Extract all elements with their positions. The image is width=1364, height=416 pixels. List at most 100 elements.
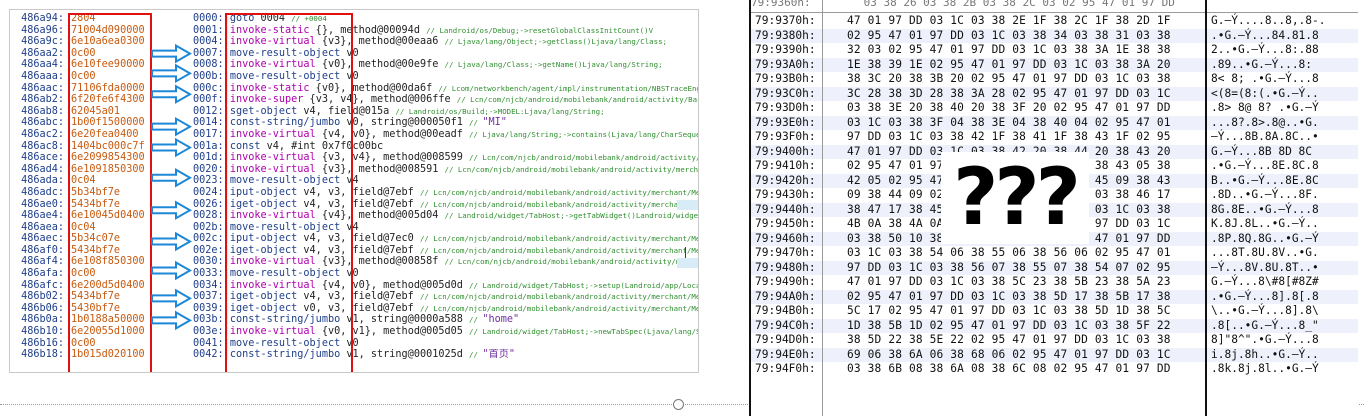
code-comment: // Lcn/com/njcb/android/mobilebank/andro…	[419, 234, 698, 244]
ascii-preview: G.—Ý....8..8,.8-.	[1211, 14, 1326, 27]
instruction-index: 0001:	[193, 24, 224, 36]
code-line[interactable]: 0026:|iget-object v4, v3, field@7ebf // …	[193, 199, 698, 211]
code-line[interactable]: 0033:|move-result-object v0	[193, 268, 698, 280]
code-line[interactable]: 000b:|move-result-object v0	[193, 71, 698, 83]
code-comment: // Lcn/com/njcb/android/mobilebank/andro…	[456, 95, 698, 105]
code-line[interactable]: 0023:|move-result-object v4	[193, 175, 698, 187]
code-comment: //	[469, 315, 483, 325]
hex-offset: 79:9430h:	[755, 188, 816, 201]
address-cell: 486b0a:	[21, 314, 64, 326]
ascii-preview: <(8=(8:(.•G.—Ý..	[1211, 86, 1319, 100]
instruction-index: 002e:	[193, 244, 224, 256]
code-line[interactable]: 0017:|invoke-virtual {v4, v0}, method@00…	[193, 129, 698, 141]
instruction-index: 0017:	[193, 128, 224, 140]
code-line[interactable]: 0034:|invoke-virtual {v4, v0}, method@00…	[193, 280, 698, 292]
instruction-args: v4	[340, 221, 359, 233]
code-comment: // +0004	[291, 14, 327, 23]
code-line[interactable]: 002e:|iget-object v4, v3, field@7ebf // …	[193, 245, 698, 257]
code-line[interactable]: 0039:|iget-object v0, v3, field@7ebf // …	[193, 303, 698, 315]
instruction-index: 0041:	[193, 337, 224, 349]
instruction-index: 000c:	[193, 82, 224, 94]
hex-offset: 79:94B0h:	[755, 304, 816, 317]
opcode-mnemonic: const-string/jumbo	[229, 117, 341, 129]
code-line[interactable]: 0041:|move-result-object v0	[193, 338, 698, 350]
instruction-index: 003b:	[193, 314, 224, 326]
code-line[interactable]: 003e:|invoke-virtual {v0, v1}, method@00…	[193, 326, 698, 338]
code-line[interactable]: 0004:|invoke-virtual {v3}, method@00eaa6…	[193, 36, 698, 48]
address-cell: 486ae0:	[21, 198, 64, 210]
address-cell: 486a94:	[21, 13, 64, 24]
code-line[interactable]: 000f:|invoke-super {v3, v4}, method@006f…	[193, 94, 698, 106]
ascii-preview: i.8j.8h..•G.—Ý..	[1211, 347, 1319, 361]
hex-row[interactable]: 79:94D0h: 38 5D 22 38 5E 22 02 95 47 01 9…	[751, 333, 1358, 348]
hex-row[interactable]: 79:9480h: 97 DD 03 1C 03 38 56 07 38 55 0…	[751, 260, 1358, 275]
mapping-arrow-icon	[151, 116, 193, 137]
code-line[interactable]: 003b:|const-string/jumbo v1, string@0000…	[193, 314, 698, 326]
code-line[interactable]: 0001:|invoke-static {}, method@00094d //…	[193, 25, 698, 37]
resize-handle[interactable]	[673, 399, 684, 410]
hex-row[interactable]: 79:94A0h: 02 95 47 01 97 DD 03 1C 03 38 5…	[751, 289, 1358, 304]
hex-bytes: 32 03 02 95 47 01 97 DD 03 1C 03 38 3A 1…	[847, 43, 1171, 56]
hex-row[interactable]: 79:9470h: 03 1C 03 38 54 06 38 55 06 38 5…	[751, 246, 1358, 261]
mapping-arrow-icon	[151, 288, 193, 309]
hex-row[interactable]: 79:94C0h: 1D 38 5B 1D 02 95 47 01 97 DD 0…	[751, 318, 1358, 333]
opcode-mnemonic: iget-object	[229, 198, 298, 210]
address-cell: 486b06:	[21, 302, 64, 314]
hex-row[interactable]: 79:93F0h: 97 DD 03 1C 03 38 42 1F 38 41 1…	[751, 130, 1358, 145]
opcode-mnemonic: goto	[229, 13, 255, 24]
hex-row[interactable]: 79:9390h: 32 03 02 95 47 01 97 DD 03 1C 0…	[751, 43, 1358, 58]
hex-offset: 79:9470h:	[755, 246, 816, 259]
address-column: 486a94: 486a96: 486a9c: 486aa2: 486aa4: 486aa…	[10, 13, 66, 361]
code-line[interactable]: 0008:|invoke-virtual {v0}, method@00e9fe…	[193, 59, 698, 71]
code-line[interactable]: 002c:|iput-object v4, v3, field@7ec0 // …	[193, 233, 698, 245]
hex-row[interactable]: 79:9490h: 47 01 97 DD 03 1C 03 38 5C 23 3…	[751, 275, 1358, 290]
code-line[interactable]: 0042:|const-string/jumbo v1, string@0001…	[193, 349, 698, 361]
address-cell: 486ab2:	[21, 94, 64, 106]
hex-offset: 79:94E0h:	[755, 347, 816, 361]
opcode-mnemonic: invoke-virtual	[229, 163, 316, 175]
instruction-args: v0, string@000050f1	[340, 117, 470, 129]
instruction-index: 0024:	[193, 186, 224, 198]
hex-row[interactable]: 79:9370h: 47 01 97 DD 03 1C 03 38 2E 1F 3…	[751, 14, 1358, 29]
address-cell: 486af4:	[21, 256, 64, 268]
code-line[interactable]: 0000:|goto 0004 // +0004	[193, 13, 698, 25]
opcode-mnemonic: sget-object	[229, 105, 298, 117]
opcode-mnemonic: invoke-virtual	[229, 210, 316, 222]
address-cell: 486aa2:	[21, 47, 64, 59]
instruction-index: 0008:	[193, 59, 224, 71]
mapping-arrow-icon	[151, 200, 193, 220]
code-line[interactable]: 0012:|sget-object v4, field@015a // Land…	[193, 106, 698, 118]
ascii-preview: .89..•G.—Ý...8:	[1211, 57, 1313, 71]
hex-row[interactable]: 79:93E0h: 03 1C 03 38 3F 04 38 3E 04 38 4…	[751, 115, 1358, 130]
hex-row[interactable]: 79:93D0h: 03 38 3E 20 38 40 20 38 3F 20 0…	[751, 101, 1358, 116]
code-line[interactable]: 0037:|iget-object v4, v3, field@7ebf // …	[193, 291, 698, 303]
hex-row[interactable]: 79:94E0h: 69 06 38 6A 06 38 68 06 02 95 4…	[751, 347, 1358, 362]
instruction-args: {v4, v0}, method@005d0d	[315, 279, 470, 291]
code-line[interactable]: 0024:|iput-object v4, v3, field@7ebf // …	[193, 187, 698, 199]
code-line[interactable]: 001a:|const v4, #int 0x7f0c00bc	[193, 141, 698, 153]
code-line[interactable]: 0007:|move-result-object v0	[193, 48, 698, 60]
code-line[interactable]: 0030:|invoke-virtual {v3}, method@00858f…	[193, 256, 698, 268]
hex-row[interactable]: 79:9380h: 02 95 47 01 97 DD 03 1C 03 38 3…	[751, 28, 1358, 43]
address-cell: 486a9c:	[21, 36, 64, 48]
code-line[interactable]: 000c:|invoke-static {v0}, method@00da6f …	[193, 83, 698, 95]
ascii-preview: ...8?.8>.8@..•G.	[1211, 115, 1319, 129]
hex-row[interactable]: 79:93A0h: 1E 38 39 1E 02 95 47 01 97 DD 0…	[751, 57, 1358, 72]
instruction-index: 0012:	[193, 105, 224, 117]
hex-offset: 79:94F0h:	[755, 362, 816, 375]
hex-row[interactable]: 79:94F0h: 03 38 6B 08 38 6A 08 38 6C 08 0…	[751, 362, 1358, 377]
code-line[interactable]: 0028:|invoke-virtual {v4}, method@005d04…	[193, 210, 698, 222]
ascii-divider	[1205, 0, 1207, 416]
hex-editor-panel: 79:9360h: 03 38 26 03 38 2B 03 38 2C 03 …	[749, 0, 1358, 416]
code-line[interactable]: 0014:|const-string/jumbo v0, string@0000…	[193, 117, 698, 129]
hex-row[interactable]: 79:93B0h: 38 3C 20 38 3B 20 02 95 47 01 9…	[751, 72, 1358, 87]
mapping-arrows	[151, 43, 193, 331]
opcode-hex-cell: 5434bf7e	[71, 198, 121, 210]
code-comment: // Lcn/com/njcb/android/mobilebank/andro…	[444, 164, 699, 174]
hex-row[interactable]: 79:93C0h: 3C 28 38 3D 28 38 3A 28 02 95 4…	[751, 86, 1358, 101]
code-line[interactable]: 0020:|invoke-virtual {v3}, method@008591…	[193, 164, 698, 176]
code-line[interactable]: 001d:|invoke-virtual {v3, v4}, method@00…	[193, 152, 698, 164]
code-comment: // Lcn/com/njcb/android/mobilebank/andro…	[419, 245, 698, 255]
hex-row[interactable]: 79:94B0h: 5C 17 02 95 47 01 97 DD 03 1C 0…	[751, 304, 1358, 319]
code-line[interactable]: 002b:|move-result-object v4	[193, 222, 698, 234]
